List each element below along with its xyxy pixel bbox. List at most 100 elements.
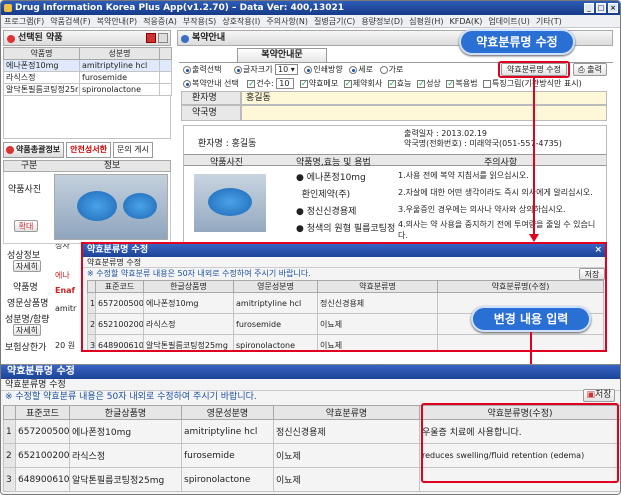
- font-size-radio[interactable]: [234, 65, 242, 74]
- col-class-edit[interactable]: 약효분류명(수정): [437, 280, 604, 293]
- table-row[interactable]: 라식스정 furosemide: [3, 71, 172, 84]
- cell: 알닥톤필름코팅정25mg: [143, 334, 234, 350]
- cell: amitriptyline hcl: [79, 59, 160, 72]
- extra-check[interactable]: [482, 79, 491, 88]
- tab-total-info[interactable]: 약품총괄정보: [3, 142, 65, 158]
- highlight-edit-column: [421, 403, 619, 483]
- cell: 라식스정: [69, 443, 182, 468]
- menu-item[interactable]: 복약안내(P): [94, 15, 141, 27]
- pharmacy-input[interactable]: [241, 105, 607, 121]
- callout-edit-name-text: 약효분류명 수정: [476, 35, 558, 49]
- pill-image-back: [123, 193, 157, 219]
- shape-check[interactable]: [417, 78, 426, 90]
- dialog-small-close-icon[interactable]: ×: [594, 244, 602, 257]
- col-ingredient[interactable]: 성분명: [79, 47, 160, 60]
- col-info: 정보: [103, 161, 121, 171]
- menu-item[interactable]: 심평원(H): [406, 15, 446, 27]
- col-kr-name[interactable]: 한글상품명: [69, 405, 182, 420]
- menu-item[interactable]: KFDA(K): [447, 15, 486, 27]
- col-drug-name[interactable]: 약품명: [3, 47, 80, 60]
- col-row-num: [87, 280, 96, 293]
- detail-button[interactable]: 자세히: [13, 260, 41, 272]
- horizontal-radio[interactable]: [379, 65, 388, 74]
- font-size-select[interactable]: 10 ▾: [275, 64, 298, 75]
- table-row[interactable]: 에나폰정10mg amitriptyline hcl: [3, 59, 172, 72]
- callout-edit-name: 약효분류명 수정: [459, 29, 575, 55]
- cell: amitriptyline hcl: [181, 419, 274, 444]
- effect-check[interactable]: [387, 78, 396, 90]
- drug-photo: [54, 174, 168, 240]
- dialog-big-save-button[interactable]: ▣저장: [583, 389, 615, 402]
- doc-items: ● 에나폰정10mg 환인제약(주) ● 정신신경용제 ● 청색의 원형 필름코…: [296, 170, 395, 238]
- minimize-icon[interactable]: _: [584, 3, 594, 13]
- cell: 알닥톤필름코팅정25mg: [69, 467, 182, 492]
- patient-name-input[interactable]: 홍길동: [241, 91, 607, 105]
- cell: 이뇨제: [273, 467, 420, 492]
- col-en-ingr[interactable]: 영문성분명: [181, 405, 274, 420]
- cell: 648900610: [15, 467, 70, 492]
- col-kr-name[interactable]: 한글상품명: [143, 280, 234, 293]
- memo-check[interactable]: [299, 78, 308, 90]
- zoom-button[interactable]: 확대: [14, 220, 38, 232]
- selected-drugs-empty: [3, 95, 171, 139]
- menu-item[interactable]: 부작용(S): [180, 15, 219, 27]
- save-icon: ▣: [586, 390, 595, 400]
- col-code[interactable]: 표준코드: [95, 280, 144, 293]
- dialog-big-titlebar: 약효분류명 수정: [1, 365, 620, 379]
- clear-icon[interactable]: [158, 33, 168, 43]
- maximize-icon[interactable]: □: [596, 3, 606, 13]
- guide-select-radio[interactable]: [183, 79, 191, 88]
- photo-row: 약품사진 확대: [3, 172, 171, 244]
- tab-guidance-doc[interactable]: 복약안내문: [237, 48, 327, 62]
- cell: 이뇨제: [273, 443, 420, 468]
- col-class[interactable]: 약효분류명: [317, 280, 438, 293]
- menu-item[interactable]: 질병금기(C): [311, 15, 358, 27]
- doc-pharmacy: 약국명(전화번호) : 미래약국(051-557-4735): [404, 139, 562, 148]
- print-button[interactable]: ⎙ 출력: [573, 63, 607, 76]
- value-eng: Enaf: [55, 286, 76, 295]
- pharmacy-label-text: 약국명: [192, 108, 217, 118]
- count-check[interactable]: [247, 78, 256, 90]
- menu-item[interactable]: 용량정보(D): [358, 15, 406, 27]
- highlight-edit-button: [498, 61, 570, 78]
- doc-caution: 4.의사는 약 사용을 중지하기 전에 투여량을 줄일 수 있습니다.: [398, 220, 596, 240]
- totalinfo-head: 구분 정보: [3, 160, 171, 172]
- col-en-ingr[interactable]: 영문성분명: [233, 280, 318, 293]
- cell: 652100200: [95, 313, 144, 335]
- menu-item[interactable]: 기타(T): [533, 15, 565, 27]
- detail-button-2[interactable]: 자세히: [13, 324, 41, 336]
- menu-item[interactable]: 적응증(A): [140, 15, 180, 27]
- dialog-big-save-label: 저장: [594, 390, 612, 400]
- tab-safety[interactable]: 안전성서한: [66, 142, 111, 158]
- table-row[interactable]: 3 648900610 알닥톤필름코팅정25mg spironolactone 이뇨제: [87, 334, 604, 350]
- value-snippet: 정사: [55, 244, 70, 250]
- vertical-label: 세로: [358, 65, 374, 74]
- print-dir-radio[interactable]: [304, 65, 313, 74]
- close-icon[interactable]: ×: [608, 3, 618, 13]
- col-code[interactable]: 표준코드: [15, 405, 70, 420]
- delete-icon[interactable]: [146, 33, 156, 43]
- tab-safety-label: 안전성서한: [70, 145, 107, 154]
- count-select[interactable]: 10: [276, 78, 295, 89]
- tab-question[interactable]: 문의 게시: [112, 142, 153, 158]
- usage-label: 복용법: [455, 79, 478, 88]
- menu-item[interactable]: 업데이트(U): [485, 15, 533, 27]
- dialog-small-save-button[interactable]: 저장: [579, 268, 605, 280]
- col-class[interactable]: 약효분류명: [273, 405, 420, 420]
- table-row[interactable]: 알닥톤필름코팅정25r spironolactone: [3, 83, 172, 96]
- window-title: Drug Information Korea Plus App(v1.2.70)…: [15, 3, 344, 13]
- zoom-label: 확대: [18, 222, 34, 231]
- menu-item[interactable]: 상호작용(I): [219, 15, 263, 27]
- doc-pill: [208, 188, 252, 216]
- menu-item[interactable]: 약품검색(F): [47, 15, 93, 27]
- patient-label-text: 환자명: [192, 93, 217, 103]
- menu-item[interactable]: 프로그램(F): [1, 15, 47, 27]
- menu-item[interactable]: 주의사항(N): [263, 15, 311, 27]
- usage-check[interactable]: [446, 78, 455, 90]
- label-insurance: 보험상한가: [5, 343, 47, 353]
- cell: furosemide: [79, 71, 160, 84]
- print-select-radio[interactable]: [183, 65, 191, 74]
- maker-check[interactable]: [343, 78, 352, 90]
- vertical-radio[interactable]: [349, 65, 358, 74]
- edit-cell[interactable]: [437, 334, 604, 350]
